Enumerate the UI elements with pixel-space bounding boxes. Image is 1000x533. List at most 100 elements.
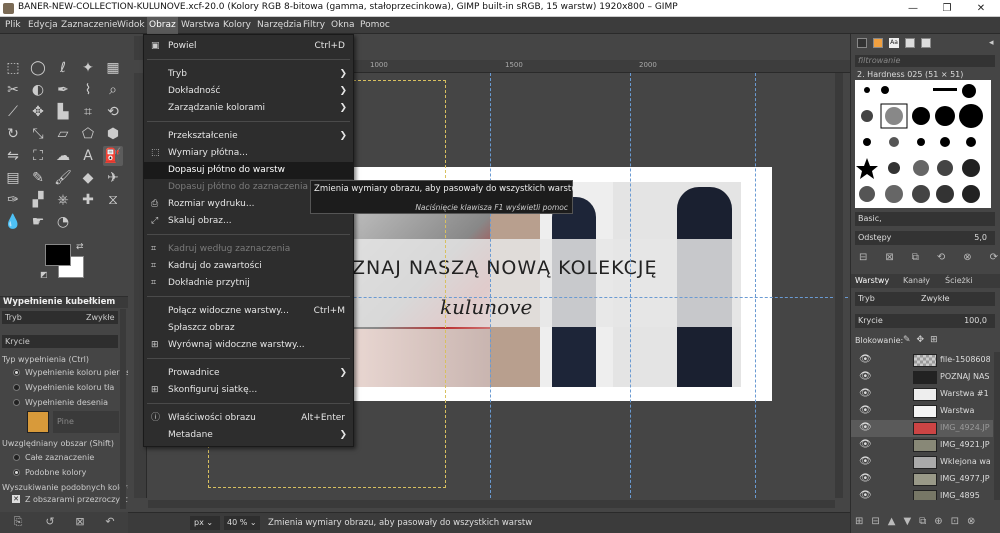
layer-actions[interactable]: ⊞⊟▲▼⧉⊕⊡⊗ <box>855 516 983 527</box>
canvas-vscroll[interactable] <box>835 73 843 498</box>
pencil-icon[interactable]: ✎ <box>28 168 48 188</box>
layer-row[interactable]: 👁 IMG_4977.JP <box>851 471 993 488</box>
tab-paths[interactable]: Ścieżki <box>945 276 973 285</box>
eye-icon[interactable]: 👁 <box>859 406 872 416</box>
menu-item-align-visible[interactable]: ⊞ Wyrównaj widoczne warstwy... <box>144 337 353 354</box>
warp-transform-icon[interactable]: ☁ <box>53 146 73 166</box>
eye-icon[interactable]: 👁 <box>859 355 872 365</box>
brush-grid[interactable] <box>855 80 991 208</box>
unit-select[interactable]: px ⌄ <box>190 516 220 530</box>
crop-icon[interactable]: ⌗ <box>78 102 98 122</box>
merged-label[interactable]: Z obszarami przezroczysty <box>25 495 132 504</box>
area-whole-radio[interactable] <box>13 454 20 461</box>
select-by-color-icon[interactable]: ▦ <box>103 58 123 78</box>
brush-tab-icon[interactable] <box>921 38 931 48</box>
menu-item-guides[interactable]: Prowadnice ❯ <box>144 365 353 382</box>
document-tab-icon[interactable] <box>905 38 915 48</box>
menu-item-zealous-crop[interactable]: ⌗ Dokładnie przytnij <box>144 275 353 292</box>
fill-pattern-label[interactable]: Wypełnienie desenia <box>25 398 108 407</box>
cage-transform-icon[interactable]: ⛶ <box>28 146 48 166</box>
layers-scrollbar[interactable] <box>994 352 1000 500</box>
merged-checkbox[interactable]: ✕ <box>12 495 20 503</box>
foreground-select-icon[interactable]: ◐ <box>28 80 48 100</box>
measure-icon[interactable]: ⟋ <box>3 102 23 122</box>
fill-bg-radio[interactable] <box>13 384 20 391</box>
menu-item-transform[interactable]: Przekształcenie ❯ <box>144 128 353 145</box>
free-select-icon[interactable]: ℓ <box>53 58 73 78</box>
minimize-button[interactable]: — <box>898 1 928 16</box>
menu-item-color-management[interactable]: Zarządzanie kolorami ❯ <box>144 100 353 117</box>
menu-obraz[interactable]: Obraz <box>147 17 178 34</box>
foreground-color-swatch[interactable] <box>45 244 71 266</box>
menu-item-duplicate[interactable]: ▣ Powiel Ctrl+D <box>144 38 353 55</box>
brush-preset-select[interactable]: Basic, <box>855 212 995 226</box>
fill-pattern-radio[interactable] <box>13 399 20 406</box>
tab-channels[interactable]: Kanały <box>903 276 930 285</box>
brush-actions[interactable]: ⊟⊠⧉⟲⊗⟳ <box>859 252 1000 263</box>
ellipse-select-icon[interactable]: ◯ <box>28 58 48 78</box>
menu-item-mode[interactable]: Tryb ❯ <box>144 66 353 83</box>
layer-row[interactable]: 👁 Wklejona war <box>851 454 993 471</box>
options-scrollbar[interactable] <box>120 309 126 509</box>
scissors-icon[interactable]: ✂ <box>3 80 23 100</box>
layer-row-selected[interactable]: 👁 IMG_4924.JP <box>851 420 993 437</box>
move-icon[interactable]: ✥ <box>28 102 48 122</box>
menu-kolory[interactable]: Kolory <box>221 17 253 34</box>
delete-options-icon[interactable]: ⊠ <box>72 515 88 529</box>
default-colors-icon[interactable]: ◩ <box>40 270 48 279</box>
menu-edycja[interactable]: Edycja <box>26 17 60 34</box>
swap-colors-icon[interactable]: ⇄ <box>76 242 84 252</box>
bucket-fill-icon[interactable]: ⛽ <box>103 146 123 166</box>
guide-vertical[interactable] <box>490 73 491 498</box>
rect-select-icon[interactable]: ⬚ <box>3 58 23 78</box>
menu-item-scale-image[interactable]: ⤢ Skaluj obraz... <box>144 213 353 230</box>
eye-icon[interactable]: 👁 <box>859 372 872 382</box>
menu-okna[interactable]: Okna <box>329 17 357 34</box>
paintbrush-icon[interactable]: 🖌 <box>53 168 73 188</box>
menu-item-flatten[interactable]: Spłaszcz obraz <box>144 320 353 337</box>
menu-zaznaczenie[interactable]: Zaznaczenie <box>59 17 120 34</box>
eye-icon[interactable]: 👁 <box>859 423 872 433</box>
scale-icon[interactable]: ⤡ <box>28 124 48 144</box>
layer-opacity-slider[interactable]: Krycie 100,0 <box>855 314 995 328</box>
pattern-swatch[interactable] <box>27 411 49 433</box>
layer-row[interactable]: 👁 IMG_4921.JP <box>851 437 993 454</box>
fill-fg-radio[interactable] <box>13 369 20 376</box>
blur-icon[interactable]: 💧 <box>3 212 23 232</box>
eye-icon[interactable]: 👁 <box>859 474 872 484</box>
3d-transform-icon[interactable]: ⬢ <box>103 124 123 144</box>
pattern-tab-icon[interactable] <box>873 38 883 48</box>
text-icon[interactable]: A <box>78 146 98 166</box>
canvas-hscroll[interactable] <box>148 500 835 508</box>
mypaint-brush-icon[interactable]: ▞ <box>28 190 48 210</box>
area-whole-label[interactable]: Całe zaznaczenie <box>25 453 94 462</box>
close-button[interactable]: ✕ <box>966 1 996 16</box>
layer-mode-select[interactable]: Tryb Zwykłe <box>855 292 995 306</box>
color-picker-icon[interactable]: ⌇ <box>78 80 98 100</box>
menu-widok[interactable]: Widok <box>115 17 147 34</box>
menu-item-configure-grid[interactable]: ⊞ Skonfiguruj siatkę... <box>144 382 353 399</box>
menu-item-image-properties[interactable]: ⓘ Właściwości obrazu Alt+Enter <box>144 410 353 427</box>
area-similar-radio[interactable] <box>13 469 20 476</box>
fuzzy-select-icon[interactable]: ✦ <box>78 58 98 78</box>
fill-fg-label[interactable]: Wypełnienie koloru pierws <box>25 368 130 377</box>
menu-item-crop-to-content[interactable]: ⌗ Kadruj do zawartości <box>144 258 353 275</box>
eye-icon[interactable]: 👁 <box>859 457 872 467</box>
heal-icon[interactable]: ✚ <box>78 190 98 210</box>
layer-row[interactable]: 👁 Warstwa <box>851 403 993 420</box>
reset-options-icon[interactable]: ↶ <box>102 515 118 529</box>
lock-icons[interactable]: ✎✥⊞ <box>903 335 944 345</box>
maximize-button[interactable]: ❐ <box>932 1 962 16</box>
layer-row[interactable]: 👁 file-15086089 <box>851 352 993 369</box>
menu-item-fit-canvas-to-layers[interactable]: Dopasuj płótno do warstw <box>144 162 353 179</box>
panel-menu-icon[interactable]: ◂ <box>989 38 994 48</box>
guide-vertical[interactable] <box>755 73 756 498</box>
zoom-icon[interactable]: ⌕ <box>103 80 123 100</box>
unified-transform-icon[interactable]: ⟲ <box>103 102 123 122</box>
clone-icon[interactable]: ⎈ <box>53 190 73 210</box>
paths-icon[interactable]: ✒ <box>53 80 73 100</box>
menu-narzedzia[interactable]: Narzędzia <box>255 17 304 34</box>
menu-warstwa[interactable]: Warstwa <box>179 17 222 34</box>
layer-row[interactable]: 👁 Warstwa #1 <box>851 386 993 403</box>
tab-layers[interactable]: Warstwy <box>855 276 889 285</box>
